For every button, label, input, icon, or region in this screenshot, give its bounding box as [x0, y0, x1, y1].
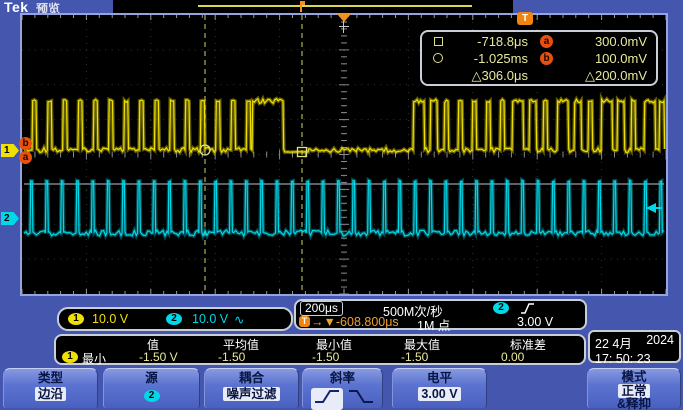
- meas-name: 最小: [82, 350, 106, 367]
- cursor-a-badge: a: [540, 35, 553, 48]
- ch2-ground-marker[interactable]: 2: [1, 212, 19, 225]
- meas-value: -1.50 V: [139, 350, 178, 364]
- meas-max: -1.50: [401, 350, 428, 364]
- menu-mode-value2: &释抑: [588, 398, 680, 410]
- menu-type-button[interactable]: 类型 边沿: [3, 368, 98, 408]
- menu-source-badge: 2: [144, 390, 160, 402]
- trigger-delay-value: →▼-608.800μs: [311, 315, 399, 329]
- trigger-slope-icon: [520, 302, 535, 315]
- trigger-source-badge: 2: [493, 302, 509, 314]
- falling-edge-icon: [347, 388, 375, 406]
- cursor-b-marker[interactable]: b: [19, 137, 32, 150]
- trigger-level-value: 3.00 V: [517, 315, 553, 329]
- trigger-crosshair-h: [339, 26, 349, 27]
- ch1-scale: 10.0 V: [92, 312, 128, 326]
- trigger-crosshair-v: [343, 21, 344, 33]
- date-value: 22 4月: [595, 333, 632, 352]
- meas-channel-badge: 1: [62, 351, 78, 363]
- menu-type-value: 边沿: [35, 387, 66, 401]
- timebase-value: 200μs: [300, 301, 343, 316]
- slope-falling[interactable]: [347, 388, 375, 410]
- ch1-badge: 1: [68, 313, 84, 325]
- slope-rising-selected[interactable]: [311, 388, 343, 410]
- circle-cursor-icon: [433, 53, 443, 63]
- trigger-delay-badge: T: [299, 316, 310, 327]
- menu-slope-label: 斜率: [303, 371, 382, 387]
- ch2-coupling-icon: ∿: [234, 312, 244, 327]
- year-value: 2024: [646, 333, 674, 352]
- record-trigger-position-icon: [296, 0, 307, 13]
- cursor-a-marker[interactable]: a: [19, 151, 32, 164]
- ch2-scale: 10.0 V: [192, 312, 228, 326]
- measurement-bar: 值 平均值 最小值 最大值 标准差 1 最小 -1.50 V -1.50 -1.…: [54, 334, 586, 365]
- cursor-readout-box: -718.8μs -1.025ms a b 300.0mV 100.0mV △3…: [420, 30, 658, 86]
- cursor-delta-time: △306.0μs: [471, 68, 528, 84]
- rising-edge-icon: [313, 388, 341, 406]
- bottom-menu: 类型 边沿 源 2 耦合 噪声过滤 斜率 电平 3.00 V 模式 正常 &释抑: [0, 368, 683, 410]
- record-view-line: [198, 5, 472, 7]
- menu-level-label: 电平: [393, 371, 486, 387]
- trigger-position-icon: [337, 14, 351, 22]
- datetime-box: 22 4月 2024 17: 50: 23: [588, 330, 681, 363]
- meas-mean: -1.50: [218, 350, 245, 364]
- trigger-level-arrow-tail: [655, 207, 662, 209]
- menu-source-button[interactable]: 源 2: [103, 368, 200, 408]
- record-length: 1M 点: [417, 315, 450, 334]
- horizontal-readout-box: 200μs 500M次/秒 2 T →▼-608.800μs 1M 点 3.00…: [294, 299, 587, 330]
- menu-mode-label: 模式: [588, 371, 680, 384]
- ch1-ground-marker[interactable]: 1: [1, 144, 19, 157]
- cursor-a-time: -718.8μs: [477, 34, 528, 49]
- menu-level-value: 3.00 V: [418, 387, 460, 401]
- cursor-delta-value: △200.0mV: [585, 68, 647, 84]
- cursor-b-time: -1.025ms: [474, 51, 528, 66]
- trigger-time-badge: T: [517, 12, 533, 25]
- oscilloscope-screen: Tek 预览 T -718.8μs -1.025ms a b 300.0mV 1…: [0, 0, 683, 410]
- meas-min: -1.50: [312, 350, 339, 364]
- menu-source-label: 源: [104, 371, 199, 387]
- menu-type-label: 类型: [4, 371, 97, 387]
- meas-stddev: 0.00: [501, 350, 524, 364]
- cursor-b-value: 100.0mV: [595, 51, 647, 66]
- square-cursor-icon: [434, 37, 443, 46]
- menu-coupling-value: 噪声过滤: [223, 387, 279, 401]
- cursor-a-value: 300.0mV: [595, 34, 647, 49]
- channel-readout-box: 1 10.0 V 2 10.0 V ∿: [57, 307, 293, 331]
- ch2-badge: 2: [166, 313, 182, 325]
- menu-level-button[interactable]: 电平 3.00 V: [392, 368, 487, 408]
- menu-mode-button[interactable]: 模式 正常 &释抑: [587, 368, 681, 408]
- menu-slope-button[interactable]: 斜率: [302, 368, 383, 408]
- time-value: 17: 50: 23: [595, 352, 651, 366]
- menu-coupling-label: 耦合: [205, 371, 298, 387]
- cursor-b-badge: b: [540, 52, 553, 65]
- menu-coupling-button[interactable]: 耦合 噪声过滤: [204, 368, 299, 408]
- record-view-strip: [113, 0, 513, 13]
